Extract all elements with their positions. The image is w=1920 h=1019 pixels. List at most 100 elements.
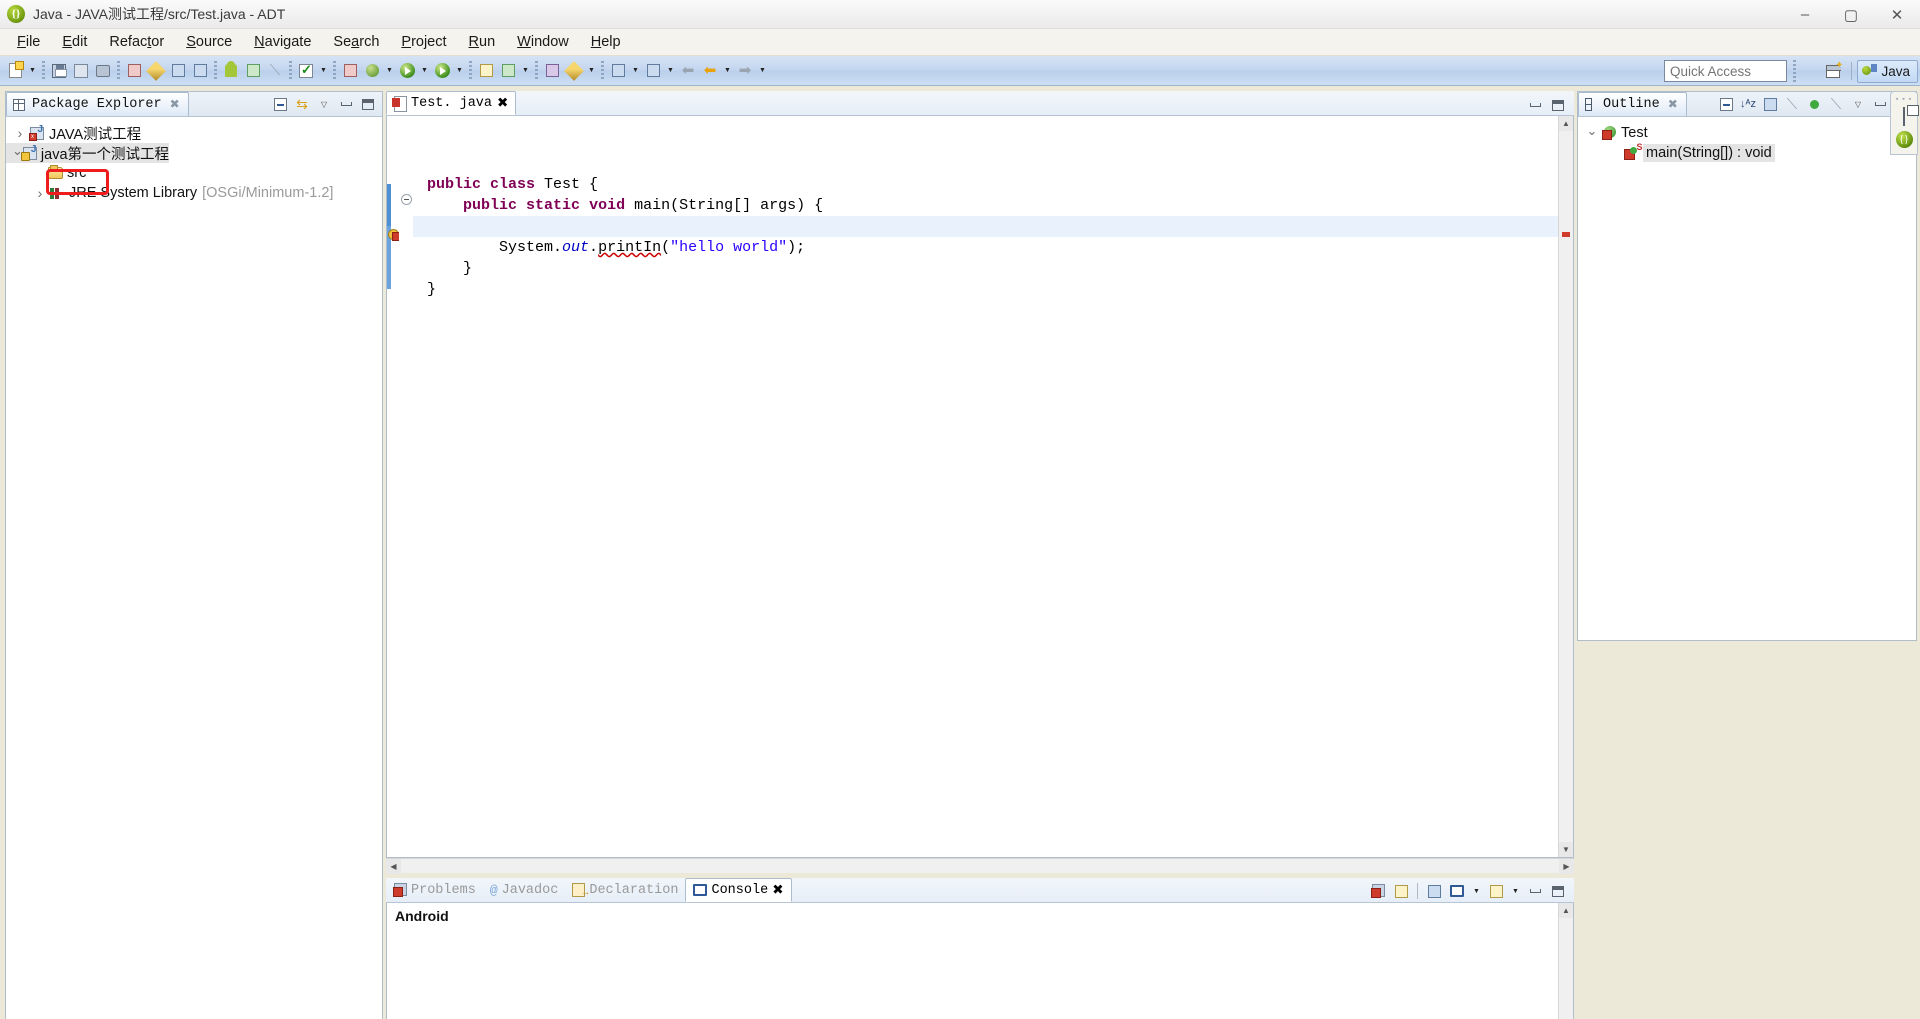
- android-avd-manager-icon[interactable]: [189, 60, 211, 82]
- menu-source[interactable]: Source: [175, 31, 243, 53]
- save-icon[interactable]: [48, 60, 70, 82]
- scroll-down-icon[interactable]: ▼: [1559, 842, 1573, 857]
- maximize-window-button[interactable]: ▢: [1828, 0, 1874, 29]
- debug-dropdown-icon[interactable]: ▼: [383, 60, 396, 82]
- hide-public-icon[interactable]: [1804, 94, 1824, 114]
- new-wizard-dropdown-icon[interactable]: ▼: [26, 60, 39, 82]
- menu-file[interactable]: File: [6, 31, 51, 53]
- tab-javadoc[interactable]: @ Javadoc: [483, 878, 566, 902]
- lint-icon[interactable]: ⟍: [264, 60, 286, 82]
- save-all-icon[interactable]: [70, 60, 92, 82]
- link-with-editor-icon[interactable]: ⇆: [292, 94, 312, 114]
- menu-search[interactable]: Search: [322, 31, 390, 53]
- run-icon[interactable]: [396, 60, 418, 82]
- hide-static-icon[interactable]: ⟍: [1782, 94, 1802, 114]
- display-console-dropdown-icon[interactable]: ▼: [1470, 880, 1483, 902]
- back-icon[interactable]: ⬅: [699, 60, 721, 82]
- tree-item-jre-system-library[interactable]: JRE System Library [OSGi/Minimum-1.2]: [6, 183, 382, 203]
- scroll-right-icon[interactable]: ▶: [1559, 858, 1574, 874]
- scroll-up-icon[interactable]: ▲: [1559, 116, 1573, 131]
- build-dropdown-icon[interactable]: ▼: [317, 60, 330, 82]
- maximize-icon[interactable]: [358, 94, 378, 114]
- close-window-button[interactable]: ✕: [1874, 0, 1920, 29]
- new-class-icon[interactable]: [339, 60, 361, 82]
- back-dropdown-icon[interactable]: ▼: [721, 60, 734, 82]
- menu-navigate[interactable]: Navigate: [243, 31, 322, 53]
- menu-refactor[interactable]: Refactor: [98, 31, 175, 53]
- build-icon[interactable]: [295, 60, 317, 82]
- tab-package-explorer[interactable]: Package Explorer ✖: [6, 92, 189, 116]
- pen-icon[interactable]: [563, 60, 585, 82]
- close-icon[interactable]: ✖: [772, 882, 783, 899]
- close-icon[interactable]: ✖: [170, 97, 180, 112]
- android-device-icon[interactable]: [242, 60, 264, 82]
- android-icon[interactable]: [220, 60, 242, 82]
- collapse-arrow-icon[interactable]: [1584, 125, 1600, 141]
- tab-declaration[interactable]: Declaration: [565, 878, 685, 902]
- menu-window[interactable]: Window: [506, 31, 580, 53]
- tree-item-java-test-project[interactable]: x JAVA测试工程: [6, 123, 382, 143]
- hide-fields-icon[interactable]: [1760, 94, 1780, 114]
- back-gray-icon[interactable]: ⬅: [677, 60, 699, 82]
- minimize-icon[interactable]: [1870, 94, 1890, 114]
- scroll-lock-icon[interactable]: [1391, 881, 1411, 901]
- console-output[interactable]: Android: [387, 903, 1558, 1019]
- minimize-icon[interactable]: [1525, 95, 1545, 115]
- debug-icon[interactable]: [361, 60, 383, 82]
- tree-item-src[interactable]: src: [6, 163, 382, 183]
- new-android-project-icon[interactable]: [123, 60, 145, 82]
- previous-annotation-dropdown-icon[interactable]: ▼: [664, 60, 677, 82]
- menu-run[interactable]: Run: [458, 31, 507, 53]
- annotation-ruler[interactable]: [387, 116, 399, 857]
- android-sdk-manager-icon[interactable]: [167, 60, 189, 82]
- forward-icon[interactable]: ➡: [734, 60, 756, 82]
- print-icon[interactable]: [92, 60, 114, 82]
- new-java-project-icon[interactable]: [475, 60, 497, 82]
- editor-vertical-scrollbar[interactable]: ▲ ▼: [1558, 116, 1573, 857]
- pen-dropdown-icon[interactable]: ▼: [585, 60, 598, 82]
- outline-item-test[interactable]: Test: [1578, 123, 1916, 143]
- expand-arrow-icon[interactable]: [12, 125, 28, 141]
- tab-test-java[interactable]: Test. java ✖: [386, 91, 517, 115]
- open-perspective-icon[interactable]: [1820, 60, 1846, 83]
- close-icon[interactable]: ✖: [497, 95, 508, 112]
- quick-access-input[interactable]: [1664, 60, 1787, 82]
- menu-help[interactable]: Help: [580, 31, 632, 53]
- next-annotation-icon[interactable]: [607, 60, 629, 82]
- menu-edit[interactable]: Edit: [51, 31, 98, 53]
- new-java-package-dropdown-icon[interactable]: ▼: [519, 60, 532, 82]
- close-icon[interactable]: ✖: [1668, 97, 1678, 112]
- ddms-icon[interactable]: [145, 60, 167, 82]
- drag-handle[interactable]: ▪ ▪ ▪: [1896, 96, 1912, 103]
- minimize-icon[interactable]: [336, 94, 356, 114]
- collapse-all-icon[interactable]: [1716, 94, 1736, 114]
- editor-horizontal-scrollbar[interactable]: ◀ ▶: [386, 858, 1574, 874]
- run-external-icon[interactable]: [431, 60, 453, 82]
- scroll-left-icon[interactable]: ◀: [386, 858, 401, 874]
- tab-problems[interactable]: Problems: [386, 878, 483, 902]
- next-annotation-dropdown-icon[interactable]: ▼: [629, 60, 642, 82]
- display-selected-console-icon[interactable]: [1447, 881, 1467, 901]
- run-external-dropdown-icon[interactable]: ▼: [453, 60, 466, 82]
- tab-console[interactable]: Console ✖: [685, 878, 792, 902]
- minimize-icon[interactable]: [1525, 881, 1545, 901]
- code-editor[interactable]: public class Test { public static void m…: [413, 116, 1558, 857]
- show-console-icon[interactable]: [1424, 881, 1444, 901]
- maximize-icon[interactable]: [1548, 95, 1568, 115]
- error-overview-marker[interactable]: [1562, 232, 1570, 237]
- tab-outline[interactable]: Outline ✖: [1578, 92, 1687, 116]
- menu-project[interactable]: Project: [390, 31, 457, 53]
- hide-local-types-icon[interactable]: ⟍: [1826, 94, 1846, 114]
- new-java-package-icon[interactable]: [497, 60, 519, 82]
- open-console-dropdown-icon[interactable]: ▼: [1509, 880, 1522, 902]
- expand-arrow-icon[interactable]: [32, 185, 48, 201]
- open-console-icon[interactable]: [1486, 881, 1506, 901]
- perspective-java-button[interactable]: Java: [1857, 59, 1918, 83]
- restore-icon[interactable]: [1903, 107, 1905, 126]
- java-perspective-icon[interactable]: {}: [1895, 131, 1913, 148]
- view-menu-icon[interactable]: ▽: [1848, 94, 1868, 114]
- run-dropdown-icon[interactable]: ▼: [418, 60, 431, 82]
- tree-item-java-first-test-project[interactable]: java第一个测试工程: [6, 143, 169, 163]
- console-vertical-scrollbar[interactable]: ▲ ▼: [1558, 903, 1573, 1019]
- folding-ruler[interactable]: [399, 116, 413, 857]
